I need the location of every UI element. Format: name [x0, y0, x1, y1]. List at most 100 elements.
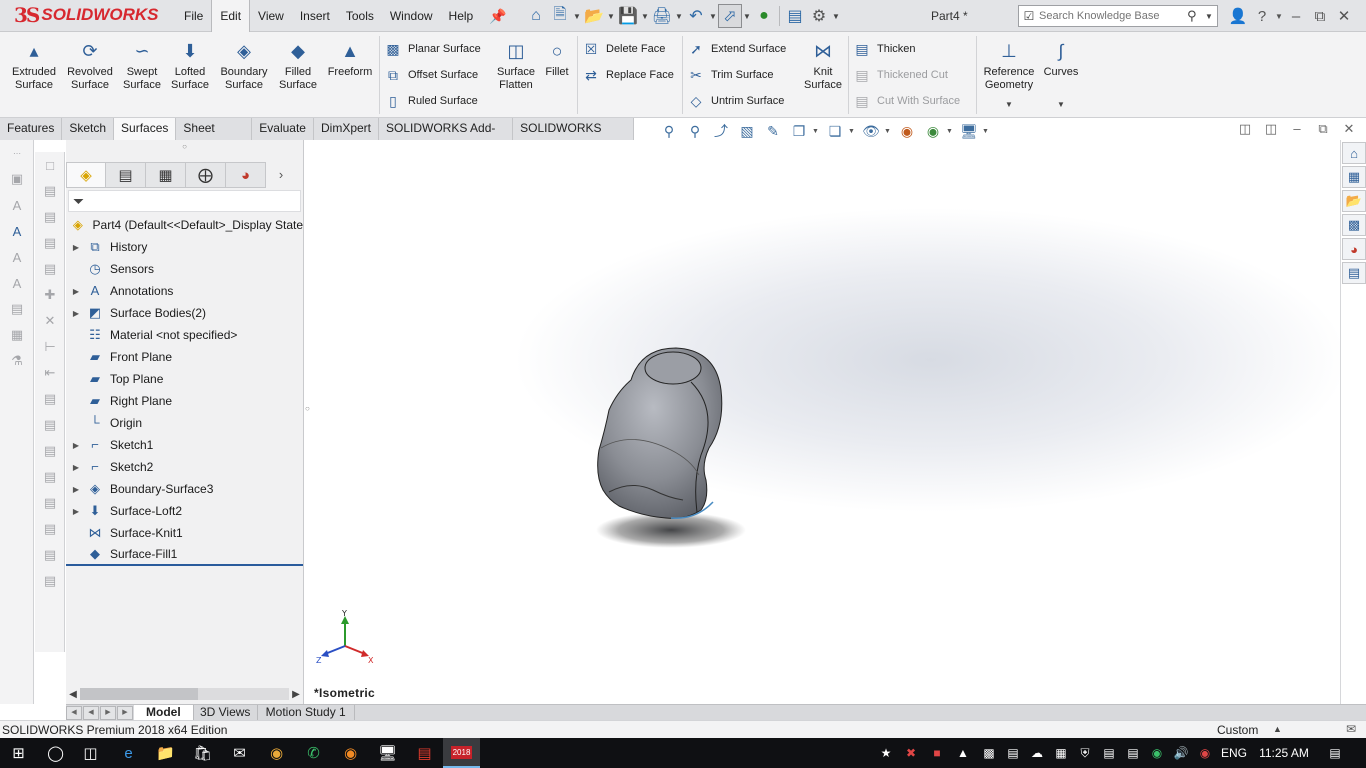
expand-arrow-icon[interactable]: ▶ [66, 309, 86, 318]
grid-icon[interactable]: ▤ [35, 256, 65, 282]
first-tab-icon[interactable]: ◀ [66, 705, 82, 720]
tree-root-part[interactable]: ◈ Part4 (Default<<Default>_Display State [66, 214, 303, 236]
menu-edit[interactable]: Edit [211, 0, 251, 32]
restore-window-icon[interactable]: ⧉ [1308, 8, 1332, 25]
view-settings-dropdown-icon[interactable]: ▼ [982, 128, 992, 135]
layout-icon[interactable]: □ [35, 152, 65, 178]
previous-view-icon[interactable]: ⤴ [708, 121, 734, 141]
panel-grip-icon[interactable]: ○ [66, 142, 303, 151]
help-dropdown-icon[interactable]: ▼ [1274, 12, 1284, 21]
expand-arrow-icon[interactable]: ▶ [66, 485, 86, 494]
firefox-icon[interactable]: ◉ [332, 738, 369, 768]
replace-face-button[interactable]: ⇄ Replace Face [581, 64, 674, 86]
new-document-icon[interactable]: 🗎 [548, 4, 572, 28]
tree-node[interactable]: ⋈ Surface-Knit1 [66, 522, 303, 544]
revolved-surface-button[interactable]: ⟳ Revolved Surface [62, 40, 118, 92]
select-dropdown-icon[interactable]: ▼ [742, 12, 752, 21]
collapse-left-icon[interactable]: ◫ [1232, 121, 1258, 137]
tree-node[interactable]: ▶ ◩ Surface Bodies(2) [66, 302, 303, 324]
align-icon[interactable]: ▤ [35, 230, 65, 256]
whatsapp-icon[interactable]: ✆ [295, 738, 332, 768]
next-tab-icon[interactable]: ▶ [100, 705, 116, 720]
property-manager-tab-icon[interactable]: ▤ [106, 162, 146, 188]
mail-icon[interactable]: ✉ [221, 738, 258, 768]
extruded-surface-button[interactable]: ▴ Extruded Surface [6, 40, 62, 92]
extend-surface-button[interactable]: ➚ Extend Surface [686, 38, 786, 60]
user-account-icon[interactable]: 👤 [1226, 7, 1250, 25]
language-indicator[interactable]: ENG [1218, 738, 1250, 768]
menu-help[interactable]: Help [441, 0, 482, 32]
last-tab-icon[interactable]: ▶ [117, 705, 133, 720]
table-icon[interactable]: ▤ [35, 178, 65, 204]
sketch-tool-icon[interactable]: ⋯ [0, 140, 34, 166]
file-explorer-icon[interactable]: 📂 [1342, 190, 1366, 212]
scroll-track[interactable] [80, 688, 289, 700]
display-style-icon[interactable]: ❏ [822, 123, 848, 140]
swept-surface-button[interactable]: ∽ Swept Surface [118, 40, 166, 92]
knowledge-base-icon[interactable]: ☑ [1019, 9, 1039, 23]
balloon-icon[interactable]: A [0, 244, 34, 270]
display-tray-icon[interactable]: ▤ [1002, 738, 1024, 768]
solidworks-resources-icon[interactable]: ⌂ [1342, 142, 1366, 164]
apply-scene-dropdown-icon[interactable]: ▼ [946, 128, 956, 135]
align-horizontal-icon[interactable]: ▤ [35, 542, 65, 568]
store-icon[interactable]: 🛍 [184, 738, 221, 768]
volume-icon[interactable]: 🔊 [1170, 738, 1192, 768]
network-app-icon[interactable]: 🖥 [369, 738, 406, 768]
keyboard-tray-icon[interactable]: ▦ [1050, 738, 1072, 768]
view-orientation-dropdown-icon[interactable]: ▼ [812, 128, 822, 135]
tab-solidworks-add-ins[interactable]: SOLIDWORKS Add-Ins [379, 118, 514, 156]
close-window-icon[interactable]: ✕ [1332, 7, 1356, 25]
solidworks-taskbar-icon[interactable]: 2018 [443, 738, 480, 768]
align-left-icon[interactable]: ⇤ [35, 360, 65, 386]
menu-view[interactable]: View [250, 0, 292, 32]
windows-start-icon[interactable]: ⊞ [0, 738, 37, 768]
status-help-icon[interactable]: ✉ [1346, 722, 1356, 736]
edit-appearance-icon[interactable]: ◉ [894, 123, 920, 140]
annotation-note-icon[interactable]: A [0, 218, 34, 244]
menu-tools[interactable]: Tools [338, 0, 382, 32]
boundary-surface-button[interactable]: ◈ Boundary Surface [214, 40, 274, 92]
usb-tray-icon[interactable]: ▲ [952, 738, 974, 768]
unit-system-selector[interactable]: Custom [1217, 723, 1258, 737]
fillet-button[interactable]: ○ Fillet [540, 40, 574, 79]
dynamic-annotation-icon[interactable]: ✎ [760, 123, 786, 140]
align-bottom-icon[interactable]: ▤ [35, 412, 65, 438]
expand-arrow-icon[interactable]: ▶ [66, 243, 86, 252]
panel-splitter[interactable]: ○ [303, 140, 311, 704]
hide-show-items-icon[interactable]: 👁 [858, 123, 884, 140]
tree-node[interactable]: ◆ Surface-Fill1 [66, 544, 303, 566]
stretch-icon[interactable]: ✚ [35, 282, 65, 308]
minimize-window-icon[interactable]: – [1284, 8, 1308, 25]
pin-menu-icon[interactable]: 📌 [489, 8, 506, 25]
search-dropdown-icon[interactable]: ▼ [1205, 12, 1215, 21]
hole-table-icon[interactable]: ▤ [35, 204, 65, 230]
pdf-reader-icon[interactable]: ▤ [406, 738, 443, 768]
tree-node[interactable]: ▶ ◈ Boundary-Surface3 [66, 478, 303, 500]
search-input[interactable] [1039, 10, 1187, 22]
reference-geometry-dropdown-icon[interactable]: ▼ [1005, 100, 1013, 109]
align-top-icon[interactable]: ▤ [35, 386, 65, 412]
trim-surface-button[interactable]: ✂ Trim Surface [686, 64, 773, 86]
action-tray-icon[interactable]: ▤ [1122, 738, 1144, 768]
print-icon[interactable]: 🖨 [650, 4, 674, 28]
scroll-thumb[interactable] [80, 688, 198, 700]
surface-finish-icon[interactable]: ▤ [0, 296, 34, 322]
configuration-manager-tab-icon[interactable]: ▦ [146, 162, 186, 188]
options-dropdown-icon[interactable]: ▼ [831, 12, 841, 21]
reference-geometry-button[interactable]: ⊥ Reference Geometry [980, 40, 1038, 92]
storage-tray-icon[interactable]: ▤ [1098, 738, 1120, 768]
distribute-icon[interactable]: ▤ [35, 464, 65, 490]
tree-node[interactable]: ▶ ⧉ History [66, 236, 303, 258]
custom-properties-icon[interactable]: ▤ [1342, 262, 1366, 284]
scroll-left-icon[interactable]: ◀ [66, 689, 80, 700]
task-view-icon[interactable]: ◫ [72, 738, 109, 768]
edge-browser-icon[interactable]: e [110, 738, 147, 768]
undo-dropdown-icon[interactable]: ▼ [708, 12, 718, 21]
tree-filter-icon[interactable]: ⏷ [68, 190, 301, 212]
more-tabs-chevron-icon[interactable]: › [266, 162, 296, 188]
curves-dropdown-icon[interactable]: ▼ [1057, 100, 1065, 109]
save-icon[interactable]: 💾 [616, 4, 640, 28]
offset-entities-icon[interactable]: ✕ [35, 308, 65, 334]
tree-node[interactable]: ▰ Right Plane [66, 390, 303, 412]
